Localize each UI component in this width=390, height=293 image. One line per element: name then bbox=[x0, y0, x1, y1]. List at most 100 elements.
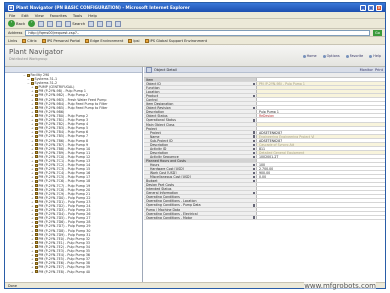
help-link[interactable]: Help bbox=[369, 54, 381, 58]
menu-tools[interactable]: Tools bbox=[73, 13, 82, 18]
address-input[interactable]: http://fqms00/request.csp?.. bbox=[25, 29, 371, 36]
close-button[interactable]: × bbox=[376, 4, 382, 11]
stop-icon[interactable] bbox=[38, 20, 45, 27]
link-edge[interactable]: Edge Environment bbox=[85, 38, 123, 43]
dropdown-icon[interactable] bbox=[252, 131, 255, 134]
dropdown-icon[interactable] bbox=[252, 216, 255, 219]
property-value[interactable]: PM (P-2YN-9B) - Pulp Pump 1 bbox=[257, 82, 385, 86]
options-link[interactable]: Options bbox=[322, 54, 340, 58]
menu-favorites[interactable]: Favorites bbox=[50, 13, 67, 18]
property-value[interactable]: Engineering Engineering Project VI bbox=[257, 134, 385, 138]
go-button[interactable]: Go bbox=[373, 29, 382, 36]
forward-button[interactable]: › bbox=[28, 20, 36, 27]
property-label-text: Work Cost [USD] bbox=[150, 171, 177, 175]
expand-icon[interactable]: − bbox=[27, 81, 30, 85]
dropdown-icon[interactable] bbox=[252, 167, 255, 171]
property-value[interactable] bbox=[257, 191, 385, 195]
property-value[interactable] bbox=[257, 122, 385, 126]
menu-edit[interactable]: Edit bbox=[21, 13, 28, 18]
pump-icon bbox=[34, 122, 38, 126]
dropdown-icon[interactable] bbox=[252, 155, 255, 158]
dropdown-icon[interactable] bbox=[252, 147, 255, 150]
property-value[interactable] bbox=[257, 98, 385, 102]
mail-icon[interactable] bbox=[106, 20, 113, 27]
dropdown-icon[interactable] bbox=[252, 143, 255, 146]
property-value[interactable] bbox=[257, 215, 385, 219]
link-personal-portal[interactable]: IPS Personal Portal bbox=[41, 38, 80, 43]
folder-icon bbox=[26, 73, 30, 77]
property-label: Project bbox=[144, 126, 257, 130]
property-value[interactable] bbox=[257, 94, 385, 98]
dropdown-icon[interactable] bbox=[252, 179, 255, 183]
history-icon[interactable] bbox=[97, 20, 104, 27]
home-icon[interactable] bbox=[56, 20, 63, 27]
property-value[interactable]: ReDesign bbox=[257, 114, 385, 118]
print-button[interactable]: Print bbox=[375, 68, 383, 72]
dropdown-icon[interactable] bbox=[252, 175, 255, 179]
property-value[interactable] bbox=[257, 203, 385, 207]
property-value[interactable] bbox=[257, 102, 385, 106]
property-value[interactable] bbox=[257, 90, 385, 94]
menu-view[interactable]: View bbox=[35, 13, 44, 18]
property-value[interactable]: 1002001-2T bbox=[257, 154, 385, 158]
dropdown-icon[interactable] bbox=[252, 135, 255, 138]
home-link[interactable]: Home bbox=[302, 54, 317, 58]
property-value[interactable] bbox=[257, 158, 385, 162]
property-value[interactable] bbox=[257, 118, 385, 122]
property-value[interactable]: ADSETEN6287 bbox=[257, 138, 385, 142]
property-value[interactable] bbox=[257, 207, 385, 211]
dropdown-icon[interactable] bbox=[252, 94, 255, 98]
property-value[interactable]: 2,700.00 bbox=[257, 167, 385, 171]
pump-icon bbox=[34, 130, 38, 134]
dropdown-icon[interactable] bbox=[252, 139, 255, 142]
property-value[interactable] bbox=[257, 106, 385, 110]
favorites-icon[interactable] bbox=[88, 20, 95, 27]
menu-help[interactable]: Help bbox=[88, 13, 97, 18]
property-value[interactable]: 900.00 bbox=[257, 171, 385, 175]
property-value[interactable] bbox=[257, 183, 385, 187]
favorite-link[interactable]: Favorite bbox=[345, 54, 363, 58]
property-value[interactable] bbox=[257, 195, 385, 199]
property-label: Hours bbox=[144, 162, 257, 167]
dropdown-icon[interactable] bbox=[252, 163, 255, 167]
dropdown-icon[interactable] bbox=[252, 171, 255, 175]
dropdown-icon[interactable] bbox=[252, 204, 255, 207]
dropdown-icon[interactable] bbox=[252, 82, 255, 86]
back-button[interactable]: ‹ Back bbox=[8, 20, 25, 27]
property-value[interactable] bbox=[257, 187, 385, 191]
property-value[interactable] bbox=[257, 211, 385, 215]
property-value[interactable]: Detailed General Equipment bbox=[257, 150, 385, 154]
expand-icon[interactable]: + bbox=[31, 270, 34, 274]
minimize-button[interactable]: _ bbox=[360, 4, 366, 11]
refresh-icon[interactable] bbox=[47, 20, 54, 27]
menu-file[interactable]: File bbox=[9, 13, 15, 18]
property-label: Description bbox=[144, 142, 257, 146]
dropdown-icon[interactable] bbox=[252, 192, 255, 195]
property-value[interactable] bbox=[257, 78, 385, 82]
dropdown-icon[interactable] bbox=[252, 119, 255, 122]
link-ipsi[interactable]: Ipsi bbox=[128, 38, 140, 43]
monitor-button[interactable]: Monitor bbox=[360, 68, 373, 72]
dropdown-icon[interactable] bbox=[252, 151, 255, 154]
property-value[interactable]: ADSETEN6287 bbox=[257, 130, 385, 134]
search-button[interactable]: Search bbox=[65, 20, 85, 27]
dropdown-icon[interactable] bbox=[252, 107, 255, 110]
expand-icon[interactable]: − bbox=[23, 73, 26, 77]
property-value[interactable] bbox=[257, 179, 385, 183]
print-icon[interactable] bbox=[115, 20, 122, 27]
property-label-text: Function bbox=[146, 86, 160, 90]
maximize-button[interactable]: □ bbox=[368, 4, 374, 11]
title-bar: e Plant Navigator (PN BASIC CONFIGURATIO… bbox=[5, 3, 385, 12]
property-value[interactable] bbox=[257, 86, 385, 90]
property-value[interactable]: 100 bbox=[257, 162, 385, 167]
property-value[interactable]: Cascade of Syncro Att bbox=[257, 142, 385, 146]
property-value[interactable] bbox=[257, 199, 385, 203]
link-citrix[interactable]: Citrix bbox=[22, 38, 37, 43]
tree-node[interactable]: + PM (P-2YN-7E8) - Pulp Pump 40 bbox=[5, 270, 142, 274]
property-value[interactable] bbox=[257, 126, 385, 130]
property-value[interactable]: Pulp Pump 1 bbox=[257, 110, 385, 114]
property-value[interactable]: 0.00 bbox=[257, 175, 385, 179]
pump-icon bbox=[34, 270, 38, 274]
link-global-support[interactable]: IPS Global Support Environment bbox=[144, 38, 207, 43]
property-value[interactable]: 811 bbox=[257, 146, 385, 150]
